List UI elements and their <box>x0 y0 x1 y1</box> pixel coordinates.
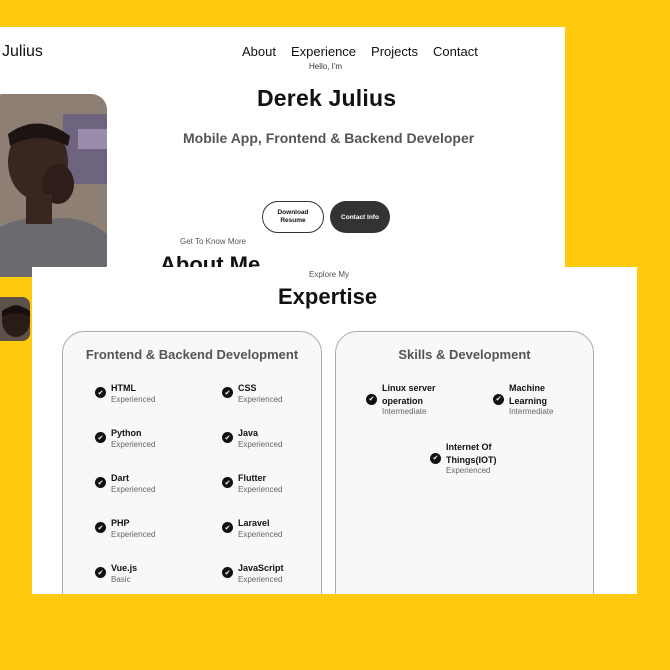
skill-item: ✔ Java Experienced <box>222 427 282 449</box>
skill-level: Experienced <box>238 484 283 494</box>
skill-item: ✔ Python Experienced <box>95 427 155 449</box>
check-icon: ✔ <box>366 393 377 405</box>
skill-item: ✔ JavaScript Experienced <box>222 562 284 584</box>
skill-level: Intermediate <box>509 407 554 417</box>
nav-link-experience[interactable]: Experience <box>291 44 356 59</box>
nav-link-projects[interactable]: Projects <box>371 44 418 59</box>
skill-level: Experienced <box>111 484 156 494</box>
skill-name: Machine Learning <box>509 383 548 406</box>
skill-level: Intermediate <box>382 407 427 417</box>
skill-name: Python <box>111 428 142 438</box>
skills-development-card: Skills & Development ✔ Linux server oper… <box>335 331 594 594</box>
skill-name: Internet Of Things(IOT) <box>446 442 497 465</box>
skill-level: Experienced <box>238 394 283 404</box>
check-icon: ✔ <box>95 522 106 534</box>
skill-level: Experienced <box>446 466 491 476</box>
check-icon: ✔ <box>95 387 106 399</box>
logo[interactable]: Julius <box>2 43 43 61</box>
skill-item: ✔ Machine Learning Intermediate <box>493 382 573 416</box>
skill-item: ✔ PHP Experienced <box>95 517 155 539</box>
skill-item: ✔ Laravel Experienced <box>222 517 282 539</box>
skill-name: HTML <box>111 383 136 393</box>
skill-item: ✔ Dart Experienced <box>95 472 155 494</box>
skill-level: Experienced <box>238 574 283 584</box>
skill-item: ✔ Linux server operation Intermediate <box>366 382 466 416</box>
check-icon: ✔ <box>222 522 233 534</box>
skill-level: Basic <box>111 574 131 584</box>
skill-name: CSS <box>238 383 257 393</box>
skill-name: Linux server operation <box>382 383 436 406</box>
profile-photo <box>0 94 107 277</box>
check-icon: ✔ <box>222 432 233 444</box>
profile-photo-thumbnail <box>0 297 30 341</box>
card-title: Frontend & Backend Development <box>85 347 299 362</box>
check-icon: ✔ <box>493 393 504 405</box>
expertise-window: Explore My Expertise Frontend & Backend … <box>32 267 637 594</box>
skill-name: Vue.js <box>111 563 138 573</box>
check-icon: ✔ <box>95 477 106 489</box>
nav-bar: About Experience Projects Contact <box>242 44 478 59</box>
check-icon: ✔ <box>95 432 106 444</box>
skill-level: Experienced <box>238 529 283 539</box>
check-icon: ✔ <box>430 452 441 464</box>
skill-item: ✔ HTML Experienced <box>95 382 155 404</box>
contact-info-button[interactable]: Contact Info <box>330 201 390 233</box>
check-icon: ✔ <box>222 387 233 399</box>
skill-name: JavaScript <box>238 563 284 573</box>
skill-level: Experienced <box>111 394 156 404</box>
skill-level: Experienced <box>111 439 156 449</box>
nav-link-contact[interactable]: Contact <box>433 44 478 59</box>
skill-name: PHP <box>111 518 130 528</box>
about-subtitle: Get To Know More <box>180 237 247 246</box>
download-resume-button[interactable]: Download Resume <box>262 201 324 233</box>
skill-item: ✔ Vue.js Basic <box>95 562 137 584</box>
skill-item: ✔ Internet Of Things(IOT) Experienced <box>430 441 530 475</box>
check-icon: ✔ <box>95 567 106 579</box>
hello-text: Hello, I'm <box>309 62 343 71</box>
hero-window: Julius About Experience Projects Contact… <box>0 27 565 277</box>
nav-link-about[interactable]: About <box>242 44 276 59</box>
profile-photo-thumbnail-image <box>0 297 30 341</box>
skill-item: ✔ Flutter Experienced <box>222 472 282 494</box>
expertise-title: Expertise <box>278 284 378 309</box>
check-icon: ✔ <box>222 567 233 579</box>
skill-name: Dart <box>111 473 130 483</box>
profile-photo-image <box>0 94 107 277</box>
skill-item: ✔ CSS Experienced <box>222 382 282 404</box>
skill-name: Flutter <box>238 473 266 483</box>
frontend-backend-card: Frontend & Backend Development ✔ HTML Ex… <box>62 331 322 594</box>
expertise-subtitle: Explore My <box>309 270 350 279</box>
skill-name: Laravel <box>238 518 270 528</box>
check-icon: ✔ <box>222 477 233 489</box>
skill-level: Experienced <box>238 439 283 449</box>
skill-name: Java <box>238 428 259 438</box>
hero-role: Mobile App, Frontend & Backend Developer <box>183 130 475 146</box>
card-title: Skills & Development <box>398 347 531 362</box>
skill-level: Experienced <box>111 529 156 539</box>
hero-name: Derek Julius <box>257 85 397 111</box>
